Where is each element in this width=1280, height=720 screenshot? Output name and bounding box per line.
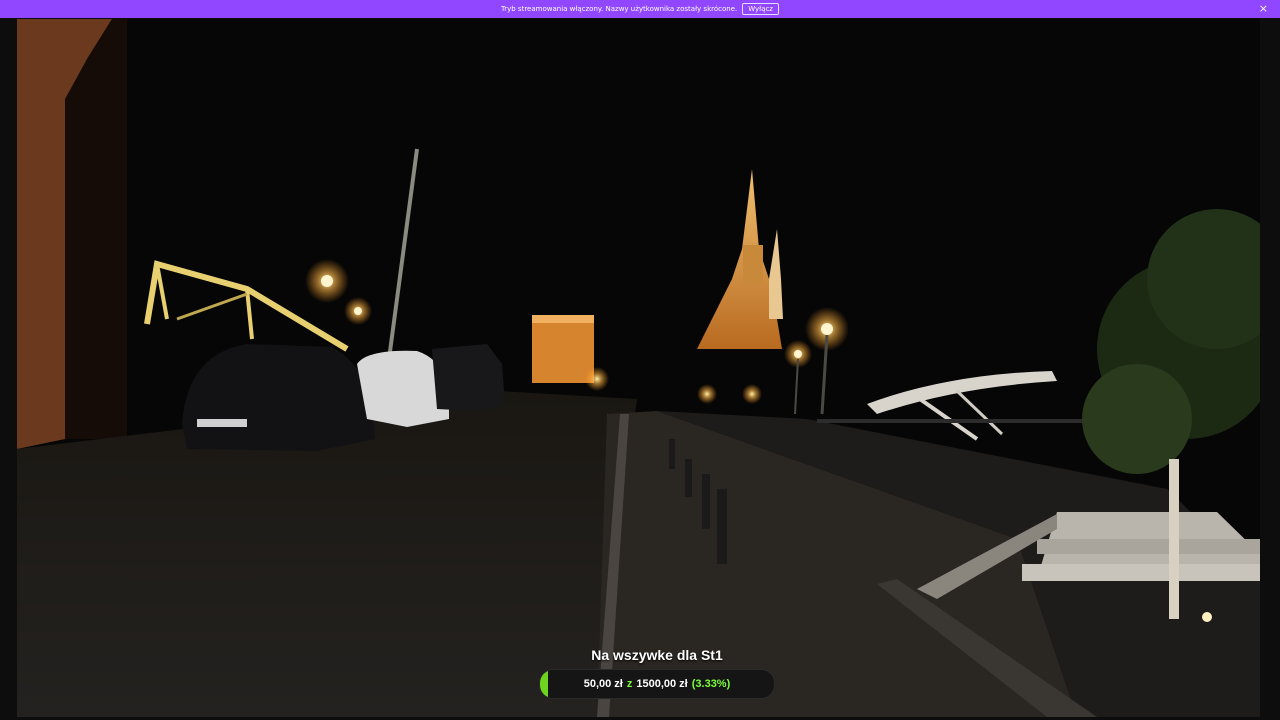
goal-amounts: 50,00 zł z 1500,00 zł (3.33%) [540,670,774,698]
goal-target-amount: 1500,00 zł [636,678,688,690]
goal-percent: (3.33%) [691,678,731,690]
goal-separator: z [626,678,633,690]
disable-streaming-mode-button[interactable]: Wyłącz [742,3,779,15]
video-frame [17,19,1260,717]
goal-title: Na wszywke dla St1 [591,647,723,663]
streaming-mode-message: Tryb streamowania włączony. Nazwy użytko… [501,5,738,13]
goal-progress-bar: 50,00 zł z 1500,00 zł (3.33%) [539,669,775,699]
stream-goal-widget: Na wszywke dla St1 50,00 zł z 1500,00 zł… [539,647,775,699]
video-player[interactable]: Na wszywke dla St1 50,00 zł z 1500,00 zł… [17,19,1260,717]
streaming-mode-banner: Tryb streamowania włączony. Nazwy użytko… [0,0,1280,18]
close-icon[interactable]: × [1259,2,1268,16]
goal-current-amount: 50,00 zł [583,678,623,690]
